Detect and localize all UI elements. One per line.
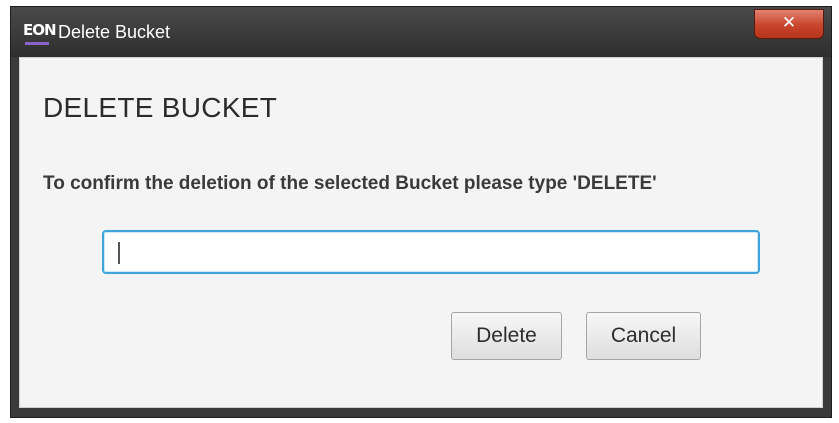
window-title: Delete Bucket (58, 22, 171, 42)
dialog-body: DELETE BUCKET To confirm the deletion of… (19, 57, 823, 408)
confirmation-message: To confirm the deletion of the selected … (43, 173, 657, 194)
eon-logo-icon: EON (23, 19, 57, 45)
text-caret (118, 242, 120, 264)
cancel-button[interactable]: Cancel (586, 312, 701, 360)
close-button[interactable]: ✕ (754, 9, 824, 39)
title-bar[interactable]: EON Delete Bucket ✕ (11, 7, 831, 57)
dialog-window: EON Delete Bucket ✕ DELETE BUCKET To con… (10, 6, 832, 418)
close-icon: ✕ (781, 13, 797, 33)
delete-button[interactable]: Delete (451, 312, 562, 360)
confirm-delete-input[interactable] (102, 230, 760, 274)
dialog-heading: DELETE BUCKET (43, 92, 278, 123)
